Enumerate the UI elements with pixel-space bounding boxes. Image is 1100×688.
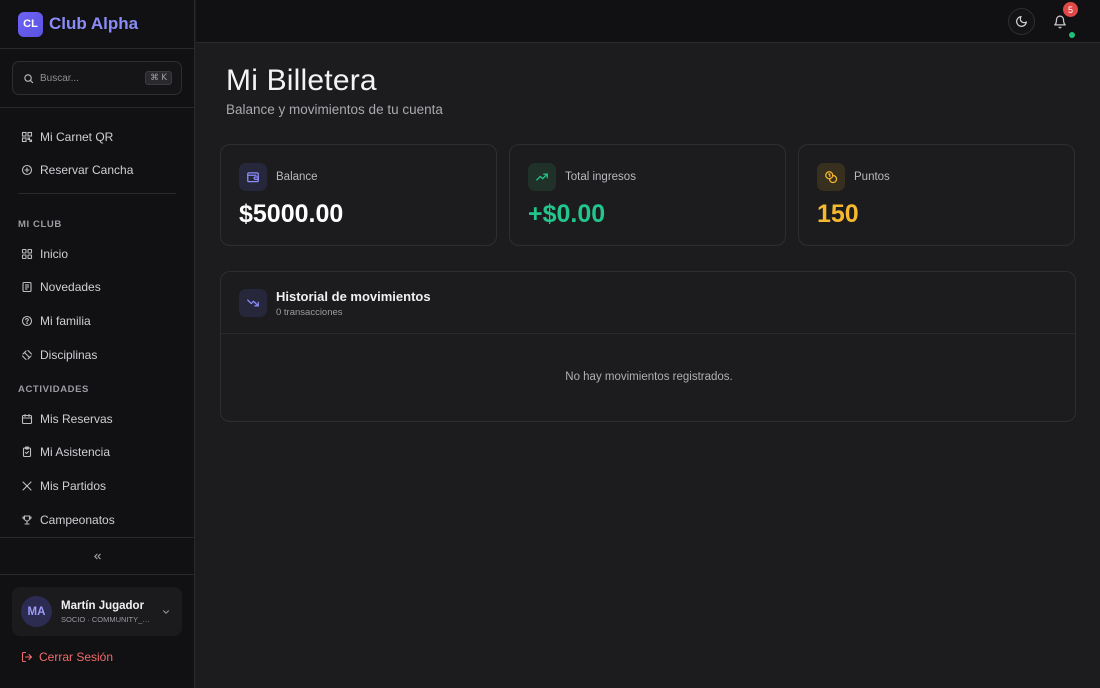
page-subtitle: Balance y movimientos de tu cuenta <box>226 102 443 117</box>
history-count: 0 transacciones <box>276 307 343 318</box>
sidebar-item-label: Inicio <box>40 247 69 261</box>
qr-code-icon <box>21 131 33 143</box>
avatar: MA <box>21 596 52 627</box>
sidebar-item-mis-partidos[interactable]: Mis Partidos <box>12 471 183 501</box>
user-role: SOCIO · COMMUNITY_MEMBER <box>61 614 153 624</box>
points-card: Puntos 150 <box>798 144 1075 246</box>
brand-logo: CL <box>18 11 43 37</box>
sidebar-item-mi-asistencia[interactable]: Mi Asistencia <box>12 437 183 467</box>
online-status-dot <box>1069 32 1075 38</box>
logout-button[interactable]: Cerrar Sesión <box>21 650 113 664</box>
moon-icon <box>1015 15 1028 28</box>
history-header: Historial de movimientos 0 transacciones <box>221 272 1075 334</box>
user-info: Martín Jugador SOCIO · COMMUNITY_MEMBER <box>61 600 153 624</box>
sidebar-item-inicio[interactable]: Inicio <box>12 239 183 269</box>
notification-badge: 5 <box>1063 2 1078 17</box>
balance-value: $5000.00 <box>239 200 344 228</box>
family-icon <box>21 315 33 327</box>
sidebar-item-disciplinas[interactable]: Disciplinas <box>12 340 183 370</box>
sidebar-item-label: Mi Carnet QR <box>40 130 114 144</box>
chevron-down-icon <box>161 607 171 617</box>
collapse-sidebar-button[interactable] <box>0 537 195 575</box>
history-title: Historial de movimientos <box>276 289 431 304</box>
sidebar-item-label: Novedades <box>40 280 101 294</box>
grid-icon <box>21 248 33 260</box>
sidebar-item-mis-reservas[interactable]: Mis Reservas <box>12 404 183 434</box>
sidebar-item-label: Disciplinas <box>40 348 98 362</box>
top-bar: 5 <box>196 0 1100 43</box>
income-value: +$0.00 <box>528 200 606 228</box>
logout-icon <box>21 651 33 663</box>
plus-circle-icon <box>21 164 33 176</box>
newspaper-icon <box>21 281 33 293</box>
sidebar-item-label: Mis Reservas <box>40 412 113 426</box>
card-label: Balance <box>276 171 318 183</box>
transactions-history: Historial de movimientos 0 transacciones… <box>220 271 1076 422</box>
wallet-icon <box>239 163 267 191</box>
search-input[interactable] <box>40 72 146 84</box>
income-card: Total ingresos +$0.00 <box>509 144 786 246</box>
card-label: Total ingresos <box>565 171 636 183</box>
logout-label: Cerrar Sesión <box>39 650 114 664</box>
sidebar-item-carnet-qr[interactable]: Mi Carnet QR <box>12 122 183 152</box>
clipboard-check-icon <box>21 446 33 458</box>
sidebar-item-mi-familia[interactable]: Mi familia <box>12 306 183 336</box>
search-area: ⌘ K <box>0 49 194 108</box>
sidebar-item-label: Mi Asistencia <box>40 445 111 459</box>
coins-icon <box>817 163 845 191</box>
sidebar-divider <box>18 193 176 194</box>
balance-card: Balance $5000.00 <box>220 144 497 246</box>
chevrons-left-icon <box>92 551 103 562</box>
trending-up-icon <box>528 163 556 191</box>
card-label: Puntos <box>854 171 890 183</box>
sidebar-item-campeonatos[interactable]: Campeonatos <box>12 505 183 535</box>
calendar-icon <box>21 413 33 425</box>
section-title-actividades: ACTIVIDADES <box>18 384 89 395</box>
search-box[interactable]: ⌘ K <box>12 61 182 95</box>
user-menu[interactable]: MA Martín Jugador SOCIO · COMMUNITY_MEMB… <box>12 587 182 636</box>
section-title-mi-club: MI CLUB <box>18 219 62 230</box>
trophy-icon <box>21 514 33 526</box>
points-value: 150 <box>817 200 859 228</box>
sidebar-item-label: Campeonatos <box>40 513 115 527</box>
sidebar: CL Club Alpha ⌘ K Mi Carnet QR Reservar … <box>0 0 195 688</box>
user-name: Martín Jugador <box>61 599 145 612</box>
sidebar-item-label: Mis Partidos <box>40 479 107 493</box>
trending-down-icon <box>239 289 267 317</box>
dumbbell-icon <box>21 349 33 361</box>
brand-name: Club Alpha <box>49 14 139 33</box>
brand[interactable]: CL Club Alpha <box>0 0 194 49</box>
sidebar-item-novedades[interactable]: Novedades <box>12 272 183 302</box>
bell-icon <box>1053 15 1067 29</box>
sidebar-item-label: Reservar Cancha <box>40 163 134 177</box>
theme-toggle-button[interactable] <box>1008 8 1035 35</box>
search-shortcut: ⌘ K <box>145 71 172 85</box>
swords-icon <box>21 480 33 492</box>
sidebar-item-reservar-cancha[interactable]: Reservar Cancha <box>12 155 183 185</box>
sidebar-item-label: Mi familia <box>40 314 91 328</box>
search-icon <box>23 73 34 84</box>
page-title: Mi Billetera <box>226 64 377 97</box>
empty-state-message: No hay movimientos registrados. <box>565 371 733 383</box>
